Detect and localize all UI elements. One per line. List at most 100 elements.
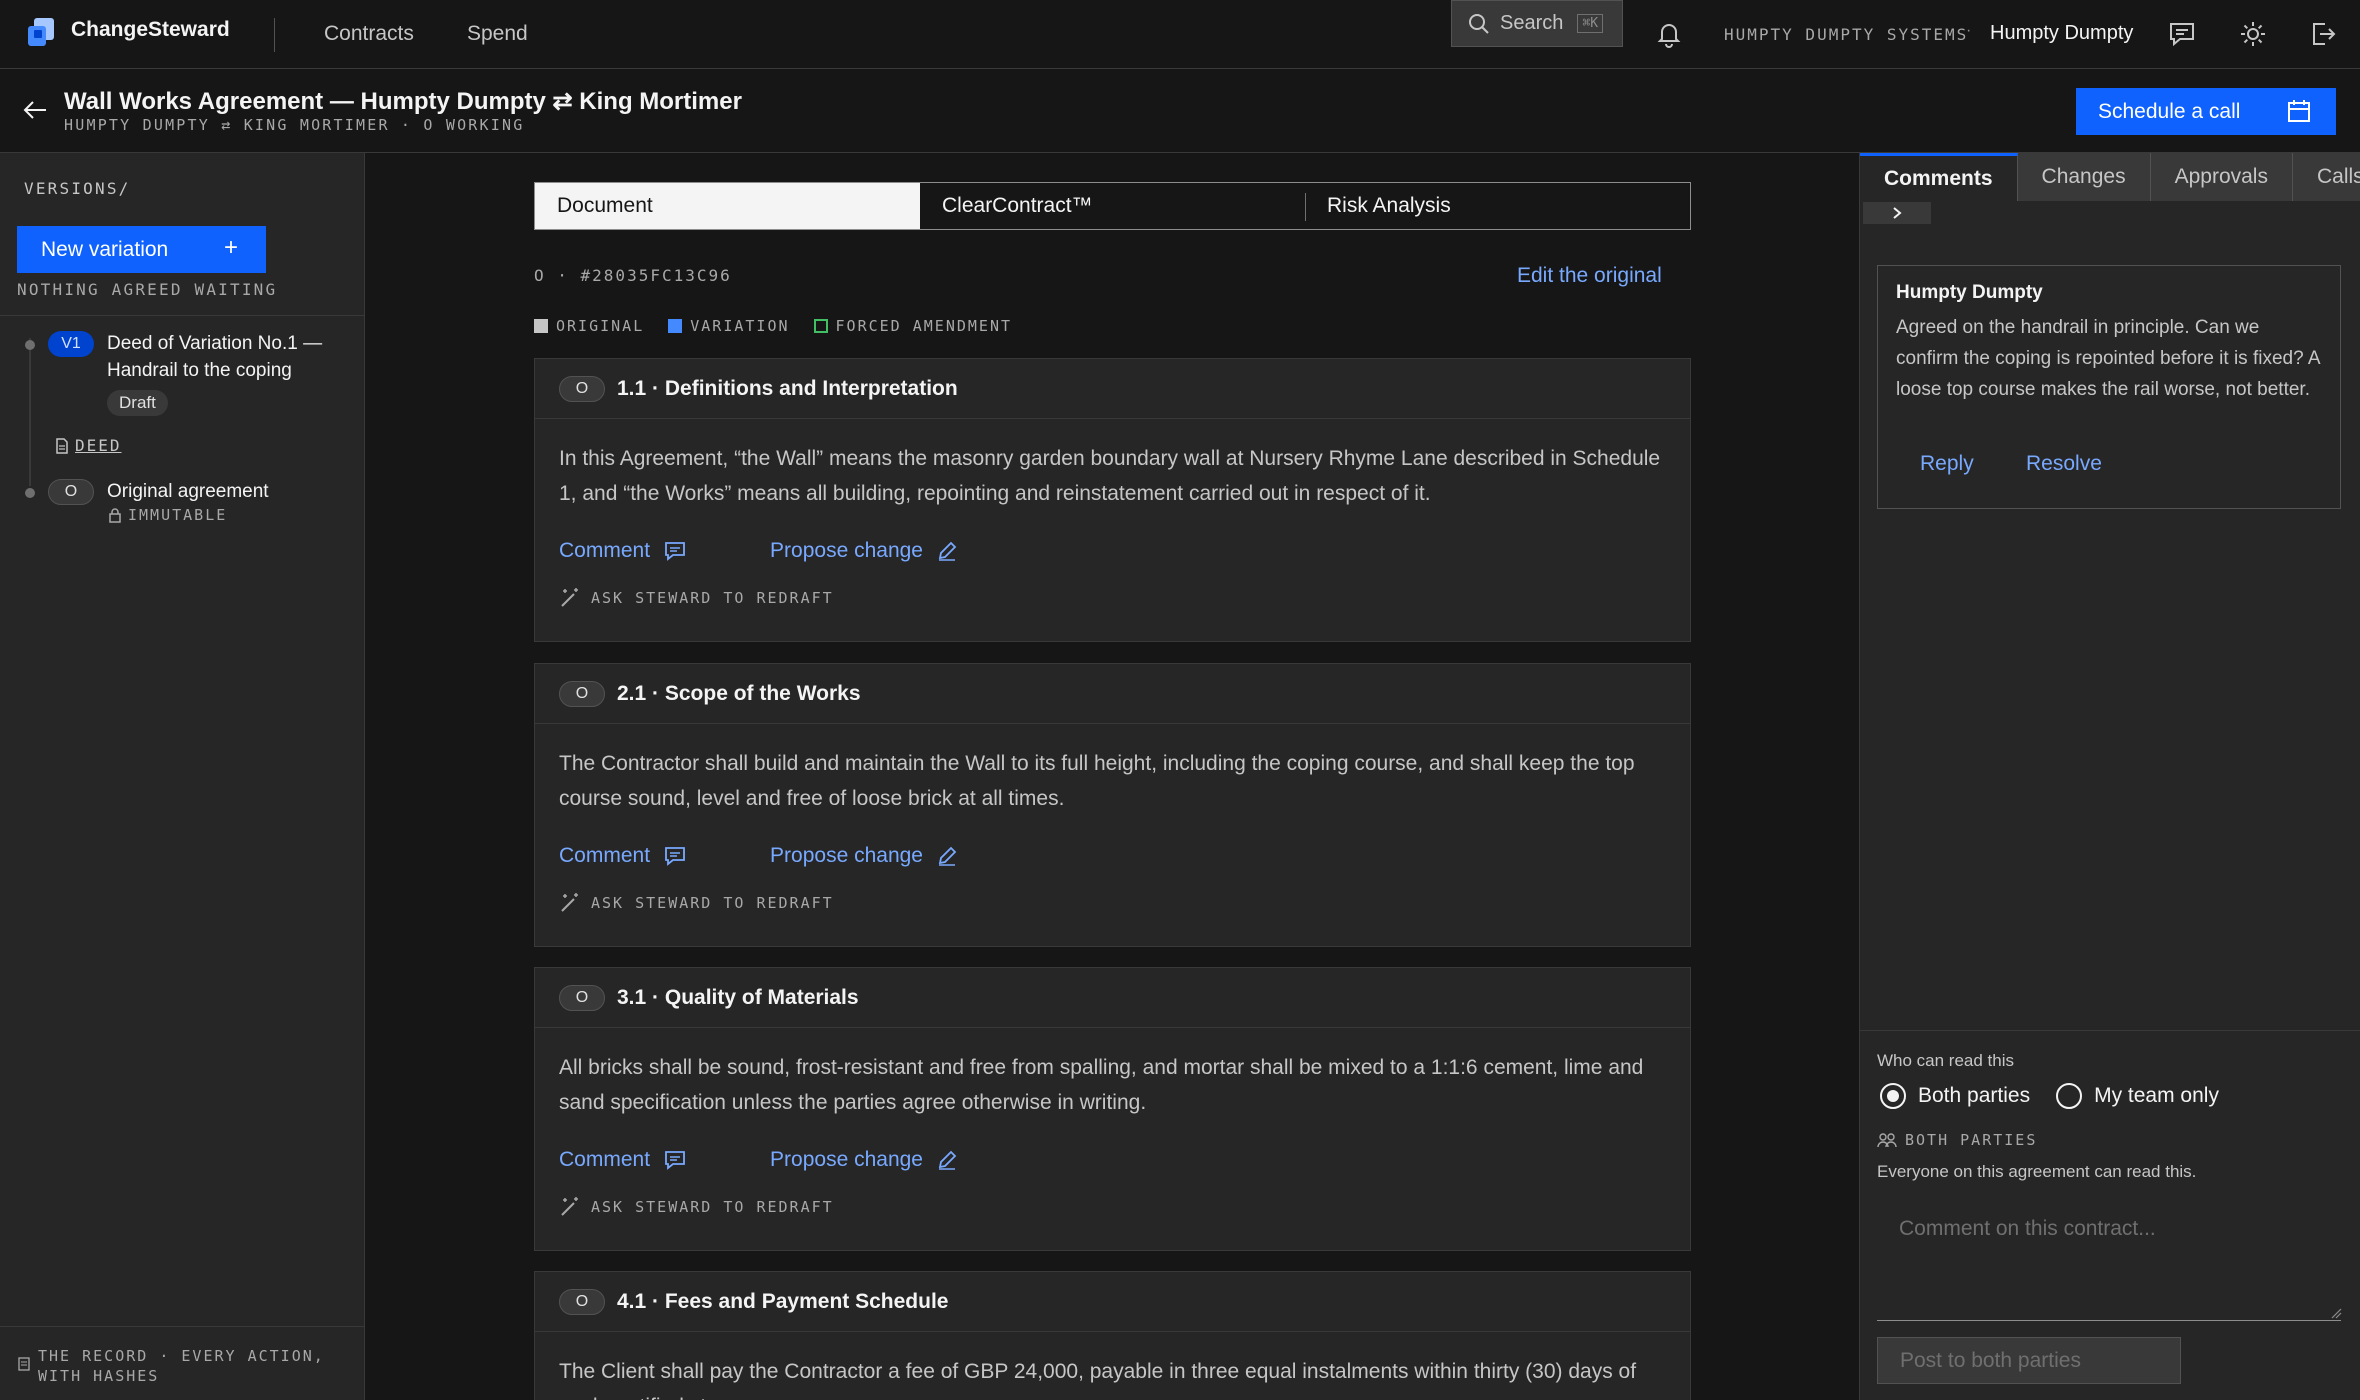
pencil-icon bbox=[937, 1150, 957, 1170]
ask-steward-button[interactable]: ASK STEWARD TO REDRAFT bbox=[559, 1196, 1690, 1218]
tab-approvals[interactable]: Approvals bbox=[2150, 153, 2293, 201]
clause-header[interactable]: O 2.1 · Scope of the Works bbox=[535, 664, 1690, 724]
magic-wand-icon bbox=[559, 1196, 581, 1218]
nav-contracts[interactable]: Contracts bbox=[324, 22, 414, 46]
ask-steward-button[interactable]: ASK STEWARD TO REDRAFT bbox=[559, 587, 1690, 609]
radio-indicator bbox=[2056, 1083, 2083, 1109]
user-name[interactable]: Humpty Dumpty bbox=[1990, 22, 2133, 45]
chat-icon[interactable] bbox=[2168, 20, 2196, 48]
audience-label-text: BOTH PARTIES bbox=[1905, 1131, 2038, 1149]
brand-name[interactable]: ChangeSteward bbox=[71, 18, 230, 42]
tab-calls[interactable]: Calls bbox=[2292, 153, 2360, 201]
schedule-call-button[interactable]: Schedule a call bbox=[2076, 88, 2336, 135]
clause-text: The Client shall pay the Contractor a fe… bbox=[559, 1360, 1637, 1400]
comment-button[interactable]: Comment bbox=[547, 529, 698, 573]
comment-label: Comment bbox=[559, 539, 651, 562]
radio-both-parties[interactable]: Both parties bbox=[1880, 1083, 2030, 1109]
logout-icon[interactable] bbox=[2309, 20, 2337, 48]
sun-icon[interactable] bbox=[2239, 20, 2267, 48]
comment-icon bbox=[664, 541, 686, 561]
clause-badge: O bbox=[559, 680, 605, 707]
edit-original-link[interactable]: Edit the original bbox=[1517, 264, 1662, 288]
contract-header: Wall Works Agreement — Humpty Dumpty ⇄ K… bbox=[0, 69, 2360, 153]
clause-title: 3.1 · Quality of Materials bbox=[617, 985, 859, 1009]
post-comment-button[interactable]: Post to both parties bbox=[1877, 1337, 2181, 1384]
search-shortcut: ⌘K bbox=[1577, 14, 1604, 33]
lock-icon bbox=[108, 507, 122, 523]
record-label[interactable]: THE RECORD · EVERY ACTION, WITH HASHES bbox=[38, 1346, 358, 1386]
document-tabs: Document ClearContract™ Risk Analysis bbox=[534, 182, 1691, 230]
clause-title: 2.1 · Scope of the Works bbox=[617, 681, 861, 705]
comment-label: Comment bbox=[559, 1148, 651, 1171]
org-name: HUMPTY DUMPTY SYSTEMS bbox=[1724, 25, 1969, 44]
visibility-options: Both parties My team only bbox=[1880, 1083, 2219, 1109]
propose-change-label: Propose change bbox=[770, 1148, 923, 1171]
back-arrow-icon[interactable] bbox=[22, 99, 48, 121]
version-badge-v1[interactable]: V1 bbox=[48, 331, 94, 357]
schedule-call-label: Schedule a call bbox=[2098, 99, 2241, 123]
nav-divider bbox=[274, 18, 275, 52]
nav-spend[interactable]: Spend bbox=[467, 22, 528, 46]
propose-change-label: Propose change bbox=[770, 844, 923, 867]
panel-collapse-button[interactable] bbox=[1863, 202, 1931, 224]
ask-steward-button[interactable]: ASK STEWARD TO REDRAFT bbox=[559, 892, 1690, 914]
radio-my-team-only[interactable]: My team only bbox=[2056, 1083, 2219, 1109]
clause-badge: O bbox=[559, 375, 605, 402]
tab-document[interactable]: Document bbox=[535, 183, 920, 229]
tab-risk-analysis[interactable]: Risk Analysis bbox=[1305, 183, 1690, 229]
plus-icon: + bbox=[223, 234, 238, 261]
timeline-dot bbox=[25, 488, 35, 498]
propose-change-button[interactable]: Propose change bbox=[758, 834, 969, 878]
ask-steward-label: ASK STEWARD TO REDRAFT bbox=[591, 589, 834, 607]
org-separator: · bbox=[1966, 22, 1972, 39]
comment-label: Comment bbox=[559, 844, 651, 867]
radio-indicator-selected bbox=[1880, 1083, 1906, 1109]
comment-input[interactable] bbox=[1877, 1199, 2341, 1321]
search-button[interactable]: Search ⌘K bbox=[1451, 0, 1623, 47]
chevron-right-icon bbox=[1891, 206, 1903, 220]
magic-wand-icon bbox=[559, 587, 581, 609]
pencil-icon bbox=[937, 846, 957, 866]
clause-actions: Comment Propose change bbox=[535, 1138, 1690, 1182]
resize-handle-icon[interactable] bbox=[2330, 1307, 2342, 1319]
radio-label: My team only bbox=[2094, 1084, 2219, 1107]
legend-label-original: ORIGINAL bbox=[556, 317, 645, 335]
sidebar-divider bbox=[0, 315, 365, 316]
tab-clearcontract[interactable]: ClearContract™ bbox=[920, 183, 1305, 229]
legend-label-variation: VARIATION bbox=[690, 317, 790, 335]
page-subtitle: HUMPTY DUMPTY ⇄ KING MORTIMER · O WORKIN… bbox=[64, 116, 525, 134]
bell-icon[interactable] bbox=[1655, 20, 1683, 48]
clause-header[interactable]: O 4.1 · Fees and Payment Schedule bbox=[535, 1272, 1690, 1332]
propose-change-button[interactable]: Propose change bbox=[758, 529, 969, 573]
comment-icon bbox=[664, 1150, 686, 1170]
version-badge-original[interactable]: O bbox=[48, 479, 94, 505]
magic-wand-icon bbox=[559, 892, 581, 914]
new-variation-label: New variation bbox=[41, 237, 169, 261]
versions-label: VERSIONS/ bbox=[24, 179, 131, 198]
brand-logo-icon bbox=[26, 16, 58, 48]
version-title-original[interactable]: Original agreement bbox=[107, 478, 337, 505]
resolve-button[interactable]: Resolve bbox=[2026, 452, 2102, 476]
tab-changes[interactable]: Changes bbox=[2017, 153, 2151, 201]
legend-original: ORIGINAL bbox=[534, 317, 644, 335]
reply-button[interactable]: Reply bbox=[1920, 452, 1974, 476]
propose-change-button[interactable]: Propose change bbox=[758, 1138, 969, 1182]
comment-button[interactable]: Comment bbox=[547, 834, 698, 878]
new-variation-button[interactable]: New variation + bbox=[17, 226, 266, 273]
deed-link[interactable]: DEED bbox=[55, 436, 122, 455]
legend-swatch-forced bbox=[813, 319, 828, 333]
legend-variation: VARIATION bbox=[668, 317, 789, 335]
clause-text: The Contractor shall build and maintain … bbox=[559, 752, 1635, 810]
clause-header[interactable]: O 1.1 · Definitions and Interpretation bbox=[535, 359, 1690, 419]
record-icon bbox=[18, 1357, 30, 1371]
legend-label-forced: FORCED AMENDMENT bbox=[835, 317, 1013, 335]
clause-header[interactable]: O 3.1 · Quality of Materials bbox=[535, 968, 1690, 1028]
immutable-note: IMMUTABLE bbox=[108, 506, 227, 524]
page-title: Wall Works Agreement — Humpty Dumpty ⇄ K… bbox=[64, 88, 742, 115]
document-icon bbox=[55, 437, 69, 454]
deed-link-label: DEED bbox=[75, 436, 122, 455]
clause-title: 1.1 · Definitions and Interpretation bbox=[617, 376, 958, 400]
version-title-v1[interactable]: Deed of Variation No.1 — Handrail to the… bbox=[107, 330, 337, 384]
comment-button[interactable]: Comment bbox=[547, 1138, 698, 1182]
tab-comments[interactable]: Comments bbox=[1860, 153, 2018, 201]
